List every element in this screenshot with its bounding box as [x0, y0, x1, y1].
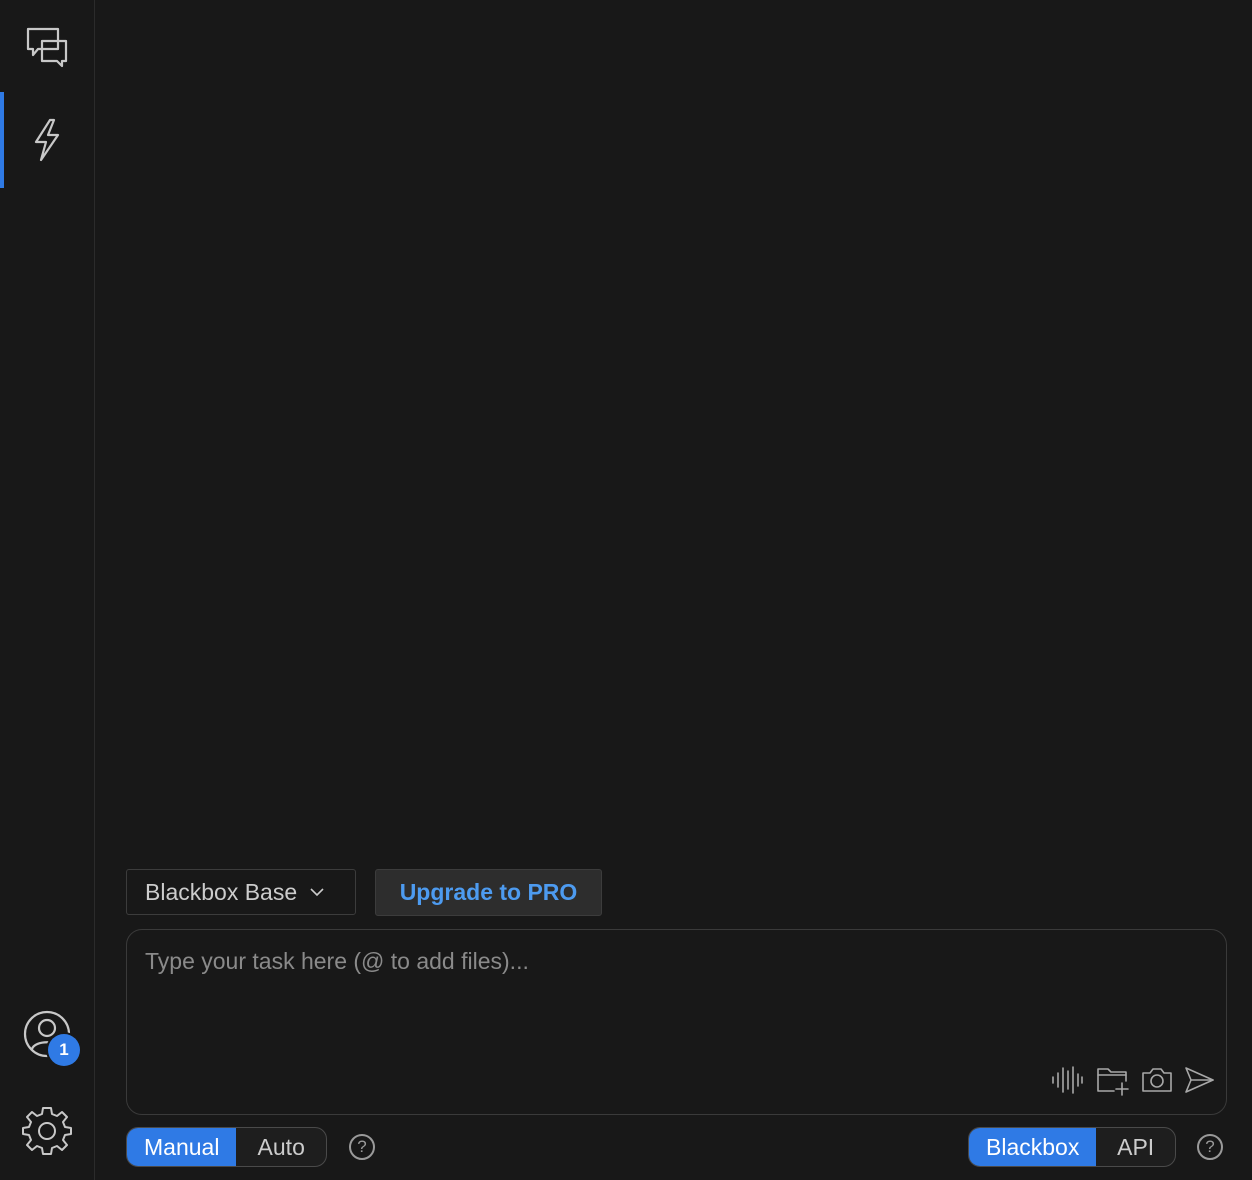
voice-input-button[interactable] [1049, 1062, 1085, 1098]
account-badge: 1 [48, 1034, 80, 1066]
send-button[interactable] [1181, 1062, 1217, 1098]
waveform-icon [1052, 1066, 1083, 1094]
provider-option-blackbox[interactable]: Blackbox [969, 1128, 1097, 1166]
provider-option-api[interactable]: API [1096, 1128, 1175, 1166]
sidebar-item-chat[interactable] [0, 0, 94, 92]
mode-help-icon[interactable]: ? [349, 1134, 375, 1160]
model-select[interactable]: Blackbox Base [126, 869, 356, 915]
camera-icon [1142, 1068, 1172, 1092]
add-folder-button[interactable] [1095, 1062, 1131, 1098]
mode-option-manual[interactable]: Manual [127, 1128, 237, 1166]
task-input[interactable] [145, 948, 1205, 1068]
chevron-down-icon [310, 888, 324, 897]
mode-option-auto[interactable]: Auto [236, 1128, 326, 1166]
chat-bubbles-icon [26, 27, 68, 68]
provider-help-icon[interactable]: ? [1197, 1134, 1223, 1160]
lightning-icon [34, 118, 60, 162]
settings-button[interactable] [0, 1084, 94, 1176]
mode-toggle: Manual Auto [126, 1127, 327, 1167]
screenshot-button[interactable] [1139, 1062, 1175, 1098]
provider-toggle: Blackbox API [968, 1127, 1176, 1167]
send-icon [1185, 1067, 1214, 1093]
account-button[interactable] [0, 988, 94, 1080]
model-select-label: Blackbox Base [145, 878, 298, 905]
sidebar-item-agent[interactable] [0, 92, 94, 188]
gear-icon [22, 1107, 72, 1155]
activity-sidebar: 1 [0, 0, 95, 1180]
upgrade-button[interactable]: Upgrade to PRO [375, 869, 602, 916]
folder-plus-icon [1097, 1068, 1129, 1096]
